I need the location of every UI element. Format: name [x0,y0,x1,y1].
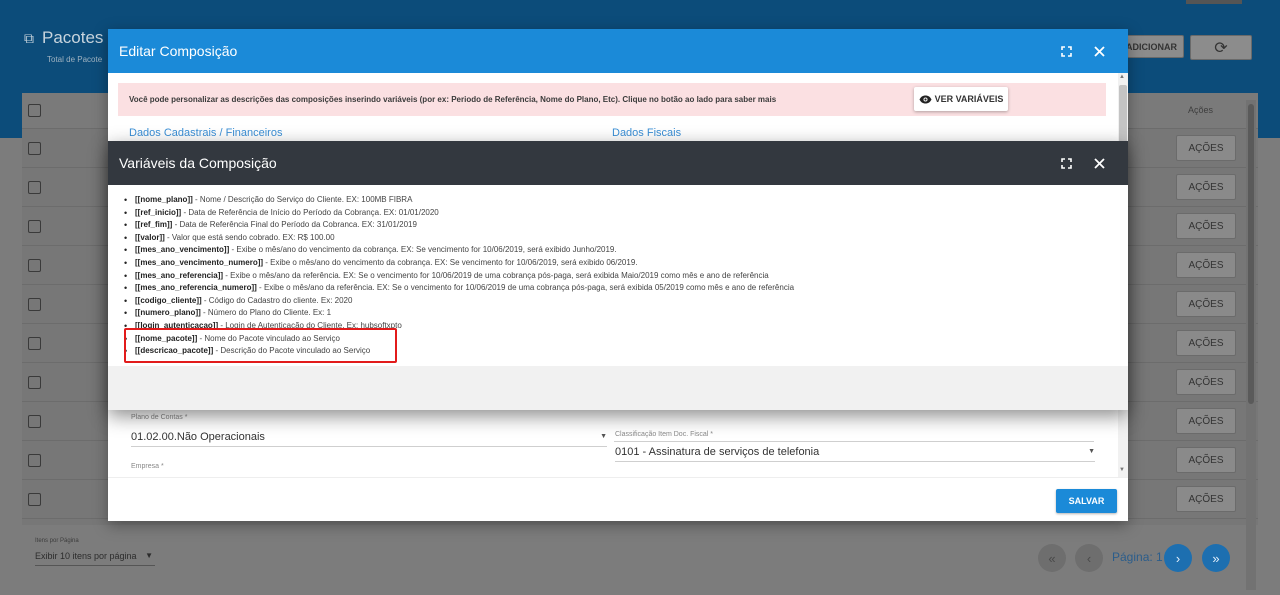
page-indicator: Página: 1 [1112,550,1163,564]
edit-modal-header: Editar Composição [108,29,1128,73]
list-item: [[mes_ano_referencia_numero]] - Exibe o … [124,282,1114,295]
top-tab-strip [1186,0,1242,4]
row-actions-button[interactable]: AÇÕES [1176,174,1236,200]
row-checkbox[interactable] [28,259,41,272]
row-actions-button[interactable]: AÇÕES [1176,330,1236,356]
list-item: [[ref_inicio]] - Data de Referência de I… [124,207,1114,220]
list-item: [[mes_ano_vencimento_numero]] - Exibe o … [124,257,1114,270]
double-chevron-right-icon: » [1212,550,1220,566]
row-checkbox[interactable] [28,376,41,389]
row-checkbox[interactable] [28,454,41,467]
row-checkbox[interactable] [28,142,41,155]
row-actions-button[interactable]: AÇÕES [1176,213,1236,239]
next-page-button[interactable]: › [1164,544,1192,572]
tab-dados-fiscais[interactable]: Dados Fiscais [612,127,681,139]
row-actions-button[interactable]: AÇÕES [1176,291,1236,317]
chevron-down-icon: ▼ [600,433,607,440]
list-item: [[numero_plano]] - Número do Plano do Cl… [124,307,1114,320]
row-actions-button[interactable]: AÇÕES [1176,447,1236,473]
packages-icon: ⧉ [24,29,34,46]
row-actions-button[interactable]: AÇÕES [1176,369,1236,395]
scroll-up-icon[interactable]: ▲ [1119,74,1125,80]
chevron-left-icon: ‹ [1086,550,1092,566]
actions-column-header: Ações [1188,105,1214,115]
scroll-down-icon[interactable]: ▼ [1119,467,1125,473]
tab-dados-cadastrais[interactable]: Dados Cadastrais / Financeiros [129,127,282,139]
classificacao-select[interactable]: 0101 - Assinatura de serviços de telefon… [615,446,1095,462]
per-page-label: Itens por Página [35,538,79,544]
fullscreen-icon[interactable] [1054,39,1078,63]
add-button[interactable]: ADICIONAR [1122,35,1184,58]
row-actions-button[interactable]: AÇÕES [1176,252,1236,278]
row-checkbox[interactable] [28,415,41,428]
refresh-icon: ⟳ [1214,39,1228,57]
row-checkbox[interactable] [28,493,41,506]
page-subtitle: Total de Pacote [47,55,103,64]
plano-contas-select[interactable]: 01.02.00.Não Operacionais ▼ [131,431,607,447]
row-checkbox[interactable] [28,181,41,194]
double-chevron-left-icon: « [1048,550,1056,566]
list-item: [[codigo_cliente]] - Código do Cadastro … [124,295,1114,308]
list-item: [[ref_fim]] - Data de Referência Final d… [124,219,1114,232]
row-actions-button[interactable]: AÇÕES [1176,486,1236,512]
chevron-down-icon: ▼ [145,551,153,560]
select-all-checkbox[interactable] [28,104,41,117]
variables-modal-title: Variáveis da Composição [119,155,277,171]
empresa-label: Empresa * [131,463,164,470]
first-page-button[interactable]: « [1038,544,1066,572]
plano-contas-label: Plano de Contas * [131,414,188,421]
row-actions-button[interactable]: AÇÕES [1176,408,1236,434]
variables-modal-header: Variáveis da Composição [108,141,1128,185]
list-item: [[valor]] - Valor que está sendo cobrado… [124,232,1114,245]
refresh-button[interactable]: ⟳ [1190,35,1252,60]
fullscreen-icon[interactable] [1054,151,1078,175]
variables-modal: Variáveis da Composição [[nome_plano]] -… [108,141,1128,410]
page-title: ⧉ Pacotes [24,28,104,47]
edit-modal-title: Editar Composição [119,43,238,59]
list-item: [[mes_ano_referencia]] - Exibe o mês/ano… [124,270,1114,283]
info-alert: Você pode personalizar as descrições das… [118,83,1106,116]
close-icon[interactable] [1087,151,1111,175]
classificacao-label: Classificação Item Doc. Fiscal * [615,431,714,438]
list-item: [[mes_ano_vencimento]] - Exibe o mês/ano… [124,244,1114,257]
chevron-down-icon: ▼ [1088,448,1095,455]
close-icon[interactable] [1087,39,1111,63]
highlight-annotation-box [124,328,397,363]
row-checkbox[interactable] [28,298,41,311]
edit-modal-footer: SALVAR [108,477,1128,521]
prev-page-button[interactable]: ‹ [1075,544,1103,572]
chevron-right-icon: › [1175,550,1181,566]
view-variables-button[interactable]: VER VARIÁVEIS [914,87,1008,111]
row-checkbox[interactable] [28,337,41,350]
row-actions-button[interactable]: AÇÕES [1176,135,1236,161]
last-page-button[interactable]: » [1202,544,1230,572]
alert-text: Você pode personalizar as descrições das… [129,95,777,104]
list-item: [[nome_plano]] - Nome / Descrição do Ser… [124,194,1114,207]
variables-modal-footer [108,366,1128,410]
save-button[interactable]: SALVAR [1056,489,1117,513]
per-page-select[interactable]: Exibir 10 itens por página ▼ [35,551,155,566]
page-scrollbar-thumb[interactable] [1248,104,1254,404]
row-checkbox[interactable] [28,220,41,233]
eye-icon [919,95,932,103]
